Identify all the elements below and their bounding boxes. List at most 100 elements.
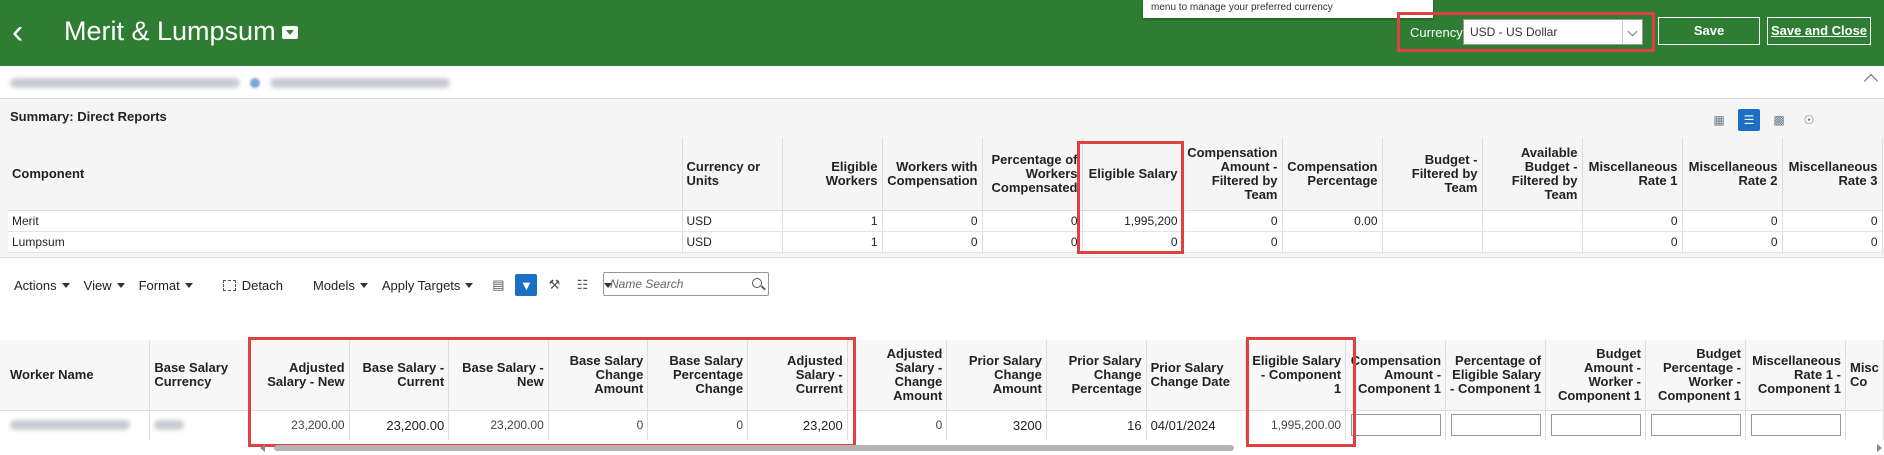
worker-col-header[interactable]: Base Salary - Current [349, 340, 450, 411]
worker-col-header[interactable]: Prior Salary Change Percentage [1046, 340, 1147, 411]
table-view-icon[interactable]: ☰ [1738, 109, 1760, 131]
actions-menu[interactable]: Actions [14, 278, 70, 293]
tools-icon[interactable]: ⚒ [543, 274, 565, 296]
table-cell: 23,200.00 [249, 410, 350, 440]
save-and-close-button[interactable]: Save and Close [1767, 17, 1871, 45]
compensation-amount-input[interactable] [1351, 414, 1442, 437]
table-row[interactable]: Lumpsum USD 1 0 0 0 0 0 0 0 [8, 231, 1883, 253]
worker-col-header[interactable]: Worker Name [0, 340, 151, 411]
collapse-icon[interactable] [1863, 73, 1879, 89]
summary-col-header[interactable]: Miscellaneous Rate 2 [1682, 138, 1783, 211]
table-row[interactable]: Merit USD 1 0 0 1,995,200 0 0.00 0 0 0 [8, 210, 1883, 232]
format-label: Format [138, 277, 180, 293]
worker-col-header[interactable]: Miscellaneous Rate 1 - Component 1 [1745, 340, 1846, 411]
worker-col-header[interactable]: Eligible Salary - Component 1 [1245, 340, 1347, 411]
actions-label: Actions [14, 277, 57, 293]
currency-cell [149, 410, 250, 440]
worker-col-header[interactable]: Base Salary Change Amount [548, 340, 649, 411]
misc-rate-input[interactable] [1750, 414, 1841, 437]
summary-col-header[interactable]: Miscellaneous Rate 3 [1782, 138, 1883, 211]
budget-amount-input[interactable] [1551, 414, 1642, 437]
worker-col-header[interactable]: Base Salary - New [448, 340, 549, 411]
scrollbar-thumb[interactable] [274, 445, 1234, 451]
org-view-icon[interactable]: ☉ [1798, 109, 1820, 131]
table-cell: 0 [1182, 210, 1283, 232]
summary-col-header[interactable]: Budget - Filtered by Team [1382, 138, 1483, 211]
worker-col-header[interactable]: Percentage of Eligible Salary - Componen… [1445, 340, 1547, 411]
summary-col-header[interactable]: Compensation Amount - Filtered by Team [1182, 138, 1283, 211]
worker-col-header[interactable]: Budget Percentage - Worker - Component 1 [1645, 340, 1746, 411]
breadcrumb-blurred-text [10, 78, 240, 88]
detach-label: Detach [241, 277, 283, 293]
worker-col-header[interactable]: Base Salary Percentage Change [647, 340, 749, 411]
table-cell [1482, 210, 1583, 232]
table-cell: 1,995,200.00 [1245, 410, 1347, 440]
worker-table: Worker Name Base Salary Currency Adjuste… [0, 340, 1884, 440]
caret-down-icon [359, 282, 368, 288]
summary-col-header[interactable]: Currency or Units [682, 138, 783, 211]
worker-col-header[interactable]: Adjusted Salary - Change Amount [847, 340, 948, 411]
worker-col-header[interactable]: Prior Salary Change Date [1146, 340, 1247, 411]
page-header: ‹ Merit & Lumpsum menu to manage your pr… [0, 0, 1884, 66]
summary-col-header[interactable]: Available Budget - Filtered by Team [1482, 138, 1583, 211]
summary-title: Summary: Direct Reports [10, 109, 167, 124]
table-cell: 0 [847, 410, 948, 440]
worker-col-header[interactable]: Adjusted Salary - New [249, 340, 350, 411]
currency-select[interactable]: USD - US Dollar [1463, 19, 1643, 45]
summary-col-header[interactable]: Miscellaneous Rate 1 [1582, 138, 1683, 211]
worker-name-cell[interactable] [0, 410, 151, 440]
summary-col-header[interactable]: Eligible Workers [782, 138, 883, 211]
budget-percentage-input[interactable] [1651, 414, 1741, 437]
save-button[interactable]: Save [1658, 17, 1760, 45]
worker-col-header[interactable]: Adjusted Salary - Current [747, 340, 848, 411]
table-cell: 1 [782, 231, 883, 253]
worker-col-header[interactable]: Budget Amount - Worker - Component 1 [1545, 340, 1647, 411]
search-input[interactable]: Name Search [603, 272, 769, 296]
table-cell: USD [682, 231, 783, 253]
models-label: Models [312, 277, 355, 293]
table-cell: 0 [882, 231, 983, 253]
summary-col-header[interactable]: Compensation Percentage [1282, 138, 1383, 211]
table-toolbar: Actions View Format Detach Models Apply … [14, 273, 613, 297]
title-dropdown-icon[interactable] [282, 26, 298, 39]
horizontal-scrollbar[interactable] [258, 444, 1884, 452]
scroll-right-icon[interactable] [1877, 444, 1882, 452]
search-icon[interactable] [752, 278, 762, 288]
apply-targets-menu[interactable]: Apply Targets [382, 278, 474, 293]
summary-col-header[interactable]: Workers with Compensation [882, 138, 983, 211]
worker-col-header[interactable]: Prior Salary Change Amount [946, 340, 1047, 411]
percentage-eligible-input[interactable] [1451, 414, 1542, 437]
table-cell: 1 [782, 210, 883, 232]
table-cell: 16 [1046, 410, 1147, 440]
worker-col-header[interactable]: Misc Co [1845, 340, 1884, 411]
worker-name-blurred [10, 420, 130, 431]
view-menu[interactable]: View [84, 278, 125, 293]
summary-col-header[interactable]: Eligible Salary [1082, 138, 1183, 211]
currency-blurred [154, 420, 185, 431]
chart-view-icon[interactable]: ▩ [1768, 109, 1790, 131]
back-chevron-icon[interactable]: ‹ [12, 14, 42, 50]
table-cell: 3200 [946, 410, 1047, 440]
worker-col-header[interactable]: Base Salary Currency [149, 340, 250, 411]
budget-amount-input-cell [1545, 410, 1647, 440]
table-cell [1482, 231, 1583, 253]
detach-button[interactable]: Detach [222, 277, 283, 293]
format-menu[interactable]: Format [139, 278, 193, 293]
table-cell: Merit [8, 210, 683, 232]
table-cell: 0 [1782, 210, 1883, 232]
save-icon[interactable]: ▤ [487, 274, 509, 296]
table-row[interactable]: 23,200.00 23,200.00 23,200.00 0 0 23,200… [0, 410, 1884, 440]
summary-col-header[interactable]: Component [8, 138, 683, 211]
worker-col-header[interactable]: Compensation Amount - Component 1 [1345, 340, 1447, 411]
models-menu[interactable]: Models [313, 278, 368, 293]
breadcrumb [10, 76, 450, 90]
columns-icon[interactable]: ☷ [571, 274, 593, 296]
summary-col-header[interactable]: Percentage of Workers Compensated [982, 138, 1083, 211]
apply-targets-label: Apply Targets [381, 277, 461, 293]
table-cell: 0 [647, 410, 749, 440]
grid-view-icon[interactable]: ▦ [1708, 109, 1730, 131]
chevron-down-icon[interactable] [1622, 20, 1642, 44]
scroll-left-icon[interactable] [260, 444, 265, 452]
filter-icon[interactable]: ▼ [515, 274, 538, 296]
table-cell: 0 [882, 210, 983, 232]
